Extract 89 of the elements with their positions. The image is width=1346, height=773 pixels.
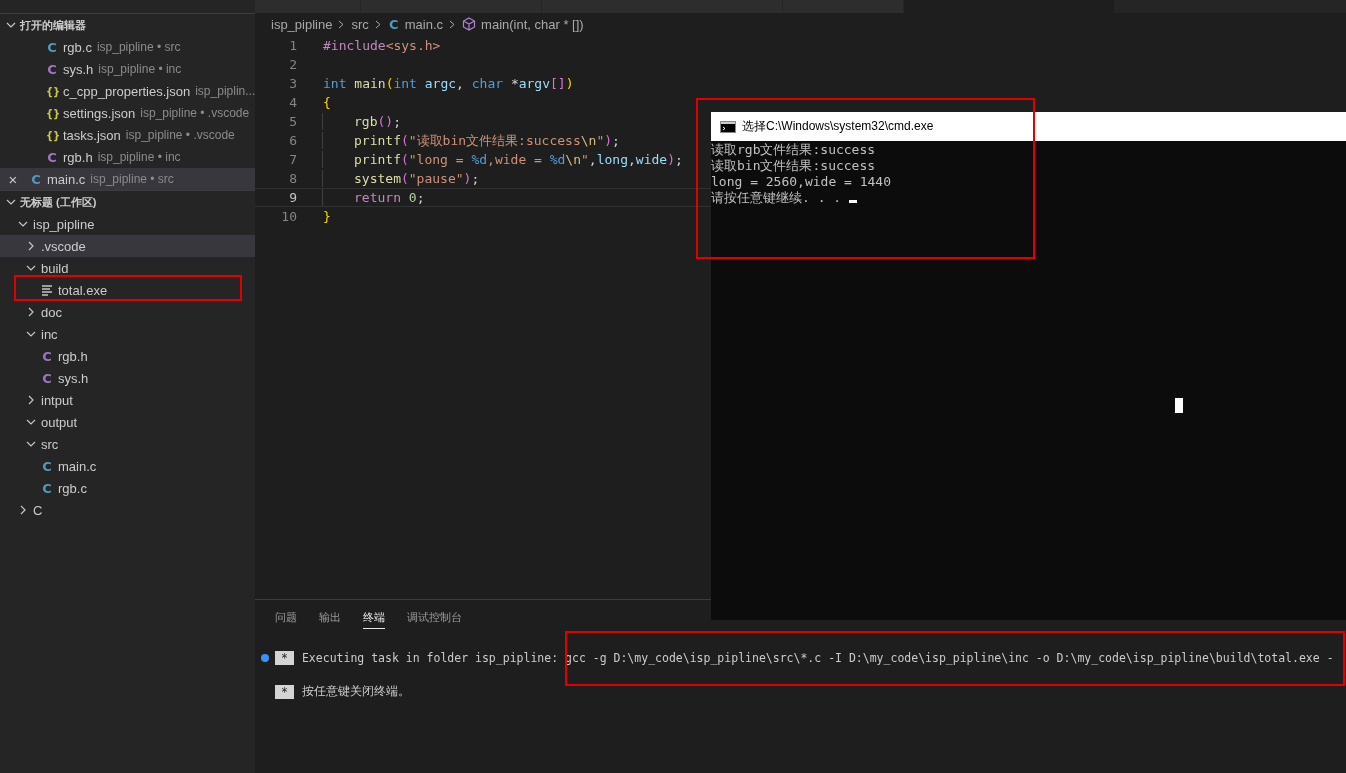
terminal-text: Executing task in folder isp_pipline: bbox=[301, 650, 560, 665]
braces-icon: {} bbox=[46, 129, 58, 141]
folder-item[interactable]: build bbox=[0, 257, 255, 279]
console-line: 请按任意键继续. . . bbox=[711, 190, 843, 206]
chevron-down-icon[interactable] bbox=[26, 263, 36, 273]
folder-item[interactable]: .vscode bbox=[0, 235, 255, 257]
chevron-down-icon[interactable] bbox=[6, 197, 16, 207]
panel-tab[interactable]: 终端 bbox=[363, 610, 385, 629]
mouse-cursor bbox=[1175, 398, 1183, 413]
line-number: 3 bbox=[288, 76, 298, 91]
open-editor-item[interactable]: × C main.c isp_pipline • src bbox=[0, 168, 255, 190]
line-number: 8 bbox=[288, 171, 298, 186]
chevron-right-icon[interactable] bbox=[26, 395, 36, 405]
file-item[interactable]: C main.c bbox=[0, 455, 255, 477]
folder-item[interactable]: C bbox=[0, 499, 255, 521]
folder-item[interactable]: src bbox=[0, 433, 255, 455]
braces-icon: {} bbox=[46, 107, 58, 119]
line-number: 4 bbox=[288, 95, 298, 110]
file-item[interactable]: C rgb.c bbox=[0, 477, 255, 499]
code-line: return 0; bbox=[322, 189, 425, 206]
line-number: 2 bbox=[288, 57, 298, 72]
file-item[interactable]: total.exe bbox=[0, 279, 255, 301]
c-file-icon: C bbox=[46, 61, 58, 77]
lines-icon bbox=[41, 284, 53, 296]
chevron-down-icon[interactable] bbox=[26, 329, 36, 339]
code-line: rgb(); bbox=[322, 113, 401, 130]
open-editor-item[interactable]: {} tasks.json isp_pipline • .vscode bbox=[0, 124, 255, 146]
c-file-icon: C bbox=[387, 16, 400, 32]
line-number: 6 bbox=[288, 133, 298, 148]
c-file-icon: C bbox=[41, 458, 53, 474]
code-line: printf("读取bin文件结果:success\n"); bbox=[322, 132, 620, 149]
panel-tab[interactable]: 输出 bbox=[319, 610, 341, 629]
section-header[interactable]: 打开的编辑器 bbox=[0, 13, 255, 36]
task-marker: * bbox=[275, 650, 294, 665]
open-editor-item[interactable]: {} c_cpp_properties.json isp_piplin... bbox=[0, 80, 255, 102]
open-editor-item[interactable]: C sys.h isp_pipline • inc bbox=[0, 58, 255, 80]
file-item[interactable]: C sys.h bbox=[0, 367, 255, 389]
terminal-text: 按任意键关闭终端。 bbox=[301, 684, 410, 699]
open-editor-item[interactable]: C rgb.c isp_pipline • src bbox=[0, 36, 255, 58]
open-editor-item[interactable]: {} settings.json isp_pipline • .vscode bbox=[0, 102, 255, 124]
line-number: 10 bbox=[280, 209, 298, 224]
text-cursor bbox=[848, 200, 857, 203]
console-line: long = 2560,wide = 1440 bbox=[711, 174, 891, 190]
file-item[interactable]: C rgb.h bbox=[0, 345, 255, 367]
code-line: printf("long = %d,wide = %d\n",long,wide); bbox=[322, 151, 683, 168]
chevron-down-icon[interactable] bbox=[26, 417, 36, 427]
braces-icon: {} bbox=[46, 85, 58, 97]
folder-item[interactable]: output bbox=[0, 411, 255, 433]
breadcrumb[interactable]: src bbox=[351, 16, 369, 32]
c-file-icon: C bbox=[41, 370, 53, 386]
line-number: 7 bbox=[288, 152, 298, 167]
code-line: int main(int argc, char *argv[]) bbox=[322, 75, 574, 92]
breadcrumb[interactable]: isp_pipline bbox=[271, 16, 333, 32]
folder-item[interactable]: inc bbox=[0, 323, 255, 345]
chevron-right-icon bbox=[373, 19, 383, 29]
panel-tab[interactable]: 问题 bbox=[275, 610, 297, 629]
line-number: 9 bbox=[288, 190, 298, 205]
folder-item[interactable]: isp_pipline bbox=[0, 213, 255, 235]
c-file-icon: C bbox=[46, 149, 58, 165]
folder-item[interactable]: doc bbox=[0, 301, 255, 323]
cube-icon bbox=[462, 17, 477, 31]
code-line: { bbox=[322, 94, 331, 111]
section-header[interactable]: 无标题 (工作区) bbox=[0, 190, 255, 213]
line-number: 5 bbox=[288, 114, 298, 129]
c-file-icon: C bbox=[41, 480, 53, 496]
code-line: } bbox=[322, 208, 331, 225]
chevron-down-icon[interactable] bbox=[26, 439, 36, 449]
breadcrumb[interactable]: main(int, char * []) bbox=[481, 16, 584, 32]
c-file-icon: C bbox=[41, 348, 53, 364]
close-icon[interactable]: × bbox=[6, 170, 20, 188]
console-icon bbox=[720, 120, 736, 133]
code-line: #include<sys.h> bbox=[322, 37, 441, 54]
chevron-down-icon[interactable] bbox=[18, 219, 28, 229]
c-file-icon: C bbox=[30, 171, 42, 187]
window-title: 选择C:\Windows\system32\cmd.exe bbox=[742, 118, 934, 135]
chevron-right-icon[interactable] bbox=[26, 241, 36, 251]
chevron-down-icon[interactable] bbox=[6, 20, 16, 30]
task-marker: * bbox=[275, 684, 294, 699]
c-file-icon: C bbox=[46, 39, 58, 55]
breadcrumb[interactable]: main.c bbox=[404, 16, 444, 32]
open-editor-item[interactable]: C rgb.h isp_pipline • inc bbox=[0, 146, 255, 168]
panel-tab[interactable]: 调试控制台 bbox=[407, 610, 462, 629]
folder-item[interactable]: intput bbox=[0, 389, 255, 411]
console-line: 读取rgb文件结果:success bbox=[711, 142, 876, 158]
line-number: 1 bbox=[288, 38, 298, 53]
chevron-right-icon[interactable] bbox=[26, 307, 36, 317]
code-line: system("pause"); bbox=[322, 170, 480, 187]
console-line: 读取bin文件结果:success bbox=[711, 158, 876, 174]
chevron-right-icon[interactable] bbox=[18, 505, 28, 515]
